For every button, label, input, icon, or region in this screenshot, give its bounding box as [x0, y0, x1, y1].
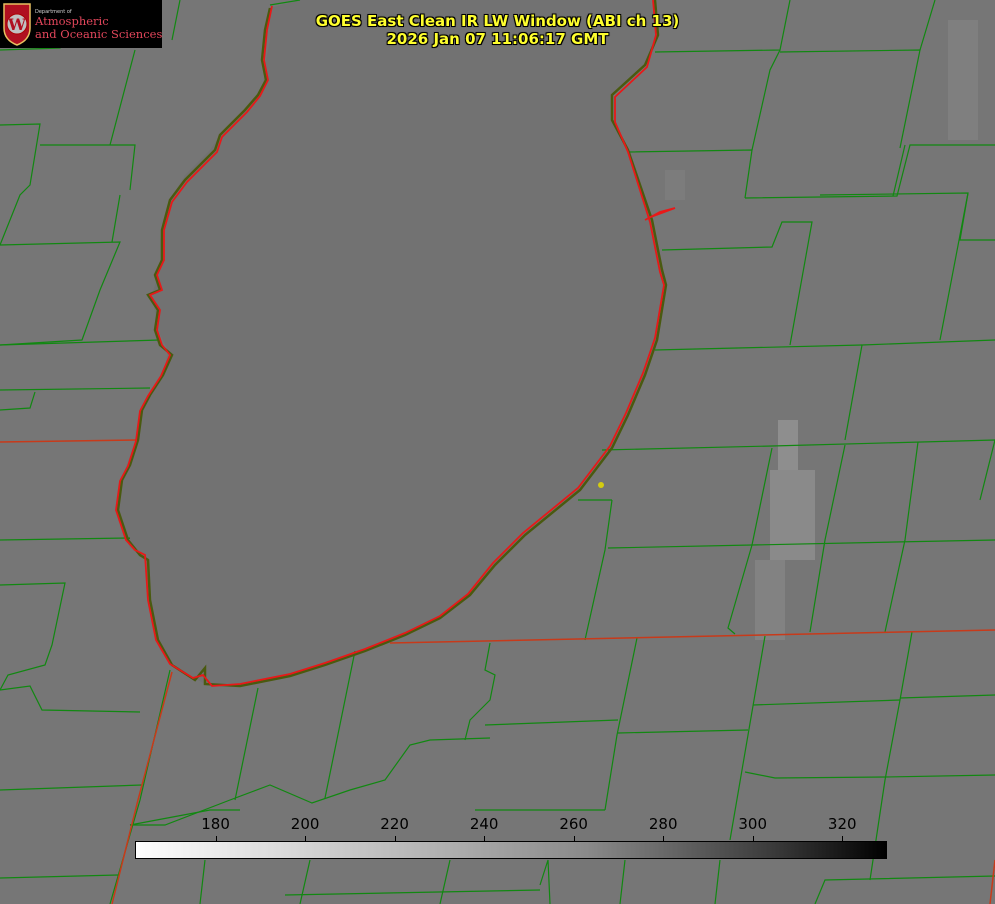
cloud-streak — [665, 170, 685, 200]
colorbar-tick-label: 280 — [648, 815, 678, 833]
station-dot — [598, 482, 604, 488]
colorbar-tick-label: 220 — [380, 815, 409, 833]
colorbar-tick — [663, 836, 665, 842]
colorbar-tick — [215, 836, 217, 842]
colorbar-tick — [573, 836, 575, 842]
colorbar-tick-label: 180 — [201, 815, 230, 833]
satellite-map — [0, 0, 995, 904]
colorbar — [135, 841, 887, 859]
map-timestamp: 2026 Jan 07 11:06:17 GMT — [386, 30, 609, 48]
colorbar-tick-label: 320 — [827, 815, 857, 833]
colorbar-tick — [484, 836, 486, 842]
map-title: GOES East Clean IR LW Window (ABI ch 13) — [315, 12, 680, 30]
colorbar-tick-label: 240 — [469, 815, 499, 833]
colorbar-tick — [752, 836, 754, 842]
colorbar-tick — [394, 836, 396, 842]
colorbar-tick-label: 260 — [559, 815, 588, 833]
colorbar-tick — [305, 836, 307, 842]
colorbar-tick-label: 200 — [290, 815, 320, 833]
colorbar-tick-label: 300 — [738, 815, 768, 833]
cloud-streak — [755, 560, 785, 640]
colorbar-tick — [842, 836, 844, 842]
cloud-streak — [770, 470, 815, 560]
